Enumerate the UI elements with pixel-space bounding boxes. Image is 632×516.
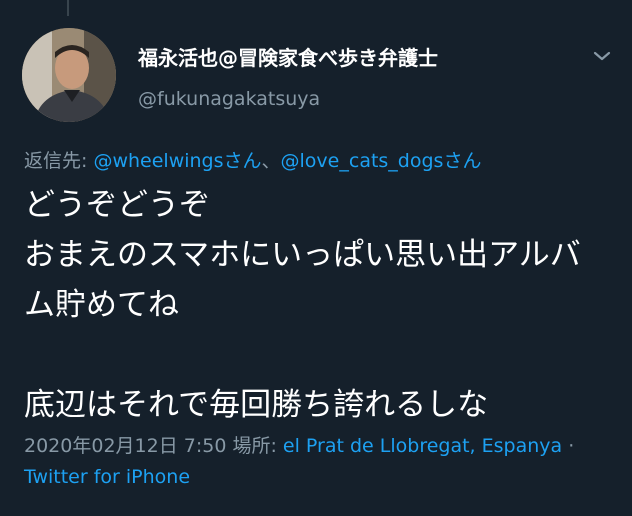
tweet-metadata: 2020年02月12日 7:50 場所: el Prat de Llobrega… xyxy=(24,431,614,493)
display-name[interactable]: 福永活也@冒険家食べ歩き弁護士 xyxy=(138,42,438,71)
tweet-text: どうぞどうぞ おまえのスマホにいっぱい思い出アルバ ム貯めてね 底辺はそれで毎回… xyxy=(24,180,614,430)
mention-link-love-cats-dogs[interactable]: @love_cats_dogsさん xyxy=(281,150,482,172)
tweet-source-link[interactable]: Twitter for iPhone xyxy=(24,466,190,488)
meta-separator-dot: · xyxy=(562,435,575,457)
tweet-text-line xyxy=(24,330,614,380)
thread-connector-line xyxy=(67,0,69,16)
location-link[interactable]: el Prat de Llobregat, Espanya xyxy=(283,435,562,457)
tweet-text-line: おまえのスマホにいっぱい思い出アルバ xyxy=(24,237,581,273)
tweet-text-line: ム貯めてね xyxy=(24,287,179,323)
user-handle[interactable]: @fukunagakatsuya xyxy=(138,88,320,110)
reply-to-line: 返信先: @wheelwingsさん、@love_cats_dogsさん xyxy=(24,146,481,173)
tweet-timestamp[interactable]: 2020年02月12日 7:50 xyxy=(24,435,226,457)
chevron-down-icon[interactable] xyxy=(588,44,616,68)
tweet-text-line: 底辺はそれで毎回勝ち誇れるしな xyxy=(24,387,489,423)
tweet-text-line: どうぞどうぞ xyxy=(24,187,210,223)
mention-link-wheelwings[interactable]: @wheelwingsさん xyxy=(93,150,261,172)
reply-prefix: 返信先: xyxy=(24,150,94,172)
avatar-photo xyxy=(22,28,116,122)
location-prefix: 場所: xyxy=(226,435,283,457)
avatar[interactable] xyxy=(22,28,116,122)
mention-separator: 、 xyxy=(261,150,281,172)
